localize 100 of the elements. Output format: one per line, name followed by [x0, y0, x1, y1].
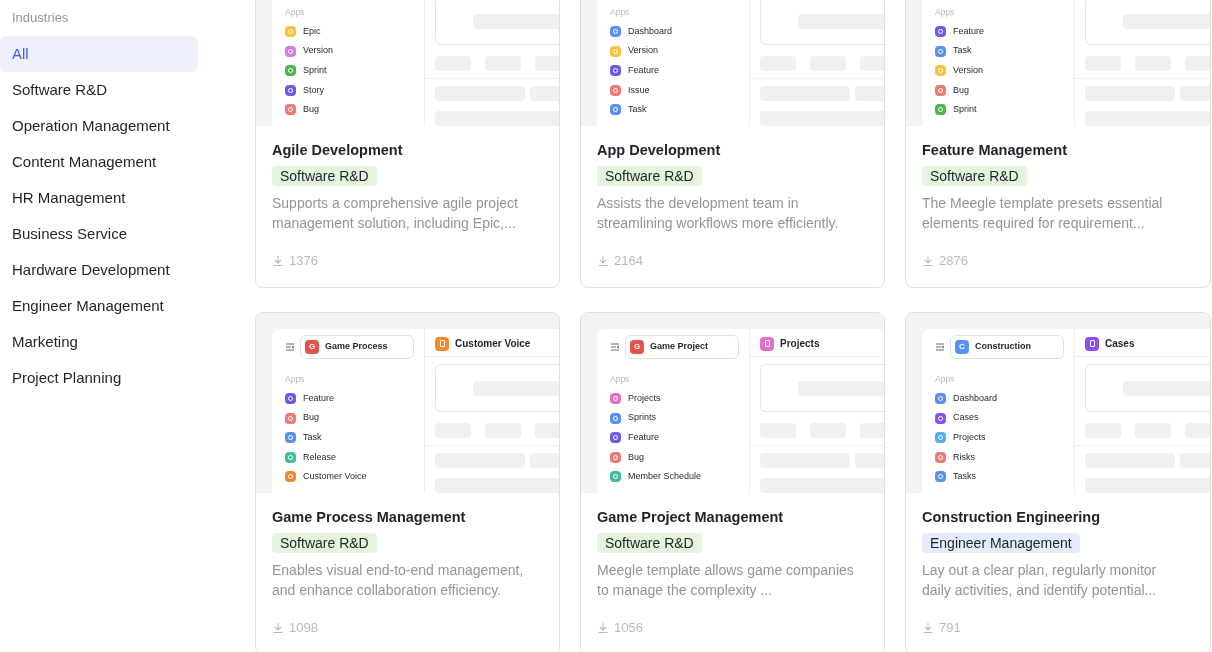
sidebar-item[interactable]: Project Planning	[0, 360, 198, 396]
app-item[interactable]: Feature	[628, 64, 660, 78]
sidebar-item[interactable]: Hardware Development	[0, 252, 198, 288]
category-tag: Software R&D	[272, 166, 377, 186]
apps-label: Apps	[935, 373, 956, 386]
app-item[interactable]: Risks	[953, 450, 975, 465]
apps-label: Apps	[935, 6, 956, 19]
app-item[interactable]: Dashboard	[628, 24, 673, 39]
template-title: Game Process Management	[272, 508, 467, 527]
placeholder-bar	[855, 453, 884, 468]
apps-label: Apps	[285, 6, 306, 19]
template-title: Feature Management	[922, 141, 1069, 160]
apps-label: Apps	[610, 6, 631, 19]
panel-title: Cases	[1105, 337, 1135, 351]
app-item[interactable]: Feature	[953, 24, 985, 39]
download-icon	[922, 254, 934, 267]
app-item[interactable]: Task	[303, 431, 322, 445]
menu-icon[interactable]	[610, 342, 620, 352]
sidebar-item[interactable]: Engineer Management	[0, 288, 198, 324]
app-item[interactable]: Sprint	[953, 103, 977, 117]
space-name: Game Project	[650, 340, 709, 354]
category-tag: Software R&D	[597, 533, 702, 553]
app-item[interactable]: Version	[953, 64, 984, 78]
app-item[interactable]: Feature	[628, 431, 660, 445]
menu-icon[interactable]	[935, 342, 945, 352]
panel-title: Projects	[780, 337, 820, 351]
template-card[interactable]: Apps Dashboard Version Feature Issue Task App Development Software R&D Assists the development team in streamlining workflows more efficiently. 2164	[580, 0, 885, 288]
app-item[interactable]: Version	[628, 44, 659, 58]
category-tag: Software R&D	[922, 166, 1027, 186]
app-item[interactable]: Member Schedule	[628, 470, 702, 484]
template-card[interactable]: G Game Project Apps Projects Sprints Feature Bug Member Schedule Projects Game Project Management Software R&D Meegle template allows game companies to manage the complexity ... 1056	[580, 312, 885, 652]
app-item[interactable]: Projects	[953, 431, 986, 445]
app-item[interactable]: Story	[303, 83, 324, 98]
sidebar-heading: Industries	[11, 9, 70, 27]
template-title: App Development	[597, 141, 722, 160]
placeholder-bar	[1180, 86, 1210, 101]
template-description: Enables visual end-to-end management, and enhance collaboration efficiency.	[272, 561, 525, 600]
panel-title: Customer Voice	[455, 337, 531, 351]
sidebar-item[interactable]: Business Service	[0, 216, 198, 252]
template-title: Agile Development	[272, 141, 404, 160]
app-item[interactable]: Bug	[303, 411, 319, 425]
app-item[interactable]: Dashboard	[953, 391, 998, 406]
app-item[interactable]: Feature	[303, 391, 335, 406]
sidebar-item[interactable]: All	[0, 36, 198, 72]
app-item[interactable]: Tasks	[953, 470, 976, 484]
category-tag: Software R&D	[272, 533, 377, 553]
placeholder-bar	[855, 86, 884, 101]
placeholder-bar	[1185, 423, 1210, 438]
category-tag: Software R&D	[597, 166, 702, 186]
download-icon	[597, 254, 609, 267]
app-item[interactable]: Bug	[953, 83, 969, 98]
template-title: Construction Engineering	[922, 508, 1102, 527]
space-selector[interactable]: C Construction	[950, 335, 1064, 359]
space-selector[interactable]: G Game Process	[300, 335, 414, 359]
download-count: 2876	[939, 252, 968, 270]
app-item[interactable]: Sprint	[303, 64, 327, 78]
template-card[interactable]: C Construction Apps Dashboard Cases Projects Risks Tasks Cases Construction Engineering Engineer Management Lay out a clear plan, regularly monitor daily activities, and identify potential... 791	[905, 312, 1211, 652]
space-avatar: G	[630, 340, 644, 354]
app-item[interactable]: Sprints	[628, 411, 656, 425]
app-item[interactable]: Bug	[303, 103, 319, 117]
app-item[interactable]: Epic	[303, 24, 321, 39]
sidebar-item[interactable]: HR Management	[0, 180, 198, 216]
download-icon	[272, 254, 284, 267]
template-card[interactable]: Apps Epic Version Sprint Story Bug Agile Development Software R&D Supports a comprehensive agile project management solution, including Epic,... 1376	[255, 0, 560, 288]
app-item[interactable]: Task	[628, 103, 647, 117]
sidebar-item[interactable]: Content Management	[0, 144, 198, 180]
sidebar-item[interactable]: Operation Management	[0, 108, 198, 144]
download-icon	[272, 621, 284, 634]
category-tag: Engineer Management	[922, 533, 1080, 553]
app-item[interactable]: Version	[303, 44, 334, 58]
sidebar-item[interactable]: Marketing	[0, 324, 198, 360]
app-item[interactable]: Bug	[628, 450, 644, 465]
template-card[interactable]: Apps Feature Task Version Bug Sprint Feature Management Software R&D The Meegle template presets essential elements required for requirement... 2876	[905, 0, 1211, 288]
sidebar-item[interactable]: Software R&D	[0, 72, 198, 108]
app-item[interactable]: Issue	[628, 83, 650, 98]
app-item[interactable]: Customer Voice	[303, 470, 367, 484]
download-count: 791	[939, 619, 961, 637]
space-avatar: G	[305, 340, 319, 354]
app-item[interactable]: Projects	[628, 391, 661, 406]
template-card[interactable]: G Game Process Apps Feature Bug Task Release Customer Voice Customer Voice Game Process Management Software R&D Enables visual end-to-end management, and enhance collaboration efficiency. 1098	[255, 312, 560, 652]
apps-label: Apps	[610, 373, 631, 386]
space-selector[interactable]: G Game Project	[625, 335, 739, 359]
menu-icon[interactable]	[285, 342, 295, 352]
template-description: Meegle template allows game companies to manage the complexity ...	[597, 561, 855, 600]
app-item[interactable]: Task	[953, 44, 972, 58]
template-title: Game Project Management	[597, 508, 785, 527]
placeholder-bar	[530, 86, 559, 101]
app-item[interactable]: Release	[303, 450, 337, 465]
template-description: The Meegle template presets essential elements required for requirement...	[922, 194, 1164, 233]
placeholder-bar	[860, 423, 884, 438]
download-count: 1098	[289, 619, 318, 637]
download-icon	[597, 621, 609, 634]
download-count: 2164	[614, 252, 643, 270]
space-name: Construction	[975, 340, 1031, 354]
space-avatar: C	[955, 340, 969, 354]
app-item[interactable]: Cases	[953, 411, 979, 425]
download-count: 1056	[614, 619, 643, 637]
placeholder-bar	[535, 56, 559, 71]
template-description: Assists the development team in streamlining workflows more efficiently.	[597, 194, 840, 233]
placeholder-bar	[860, 56, 884, 71]
